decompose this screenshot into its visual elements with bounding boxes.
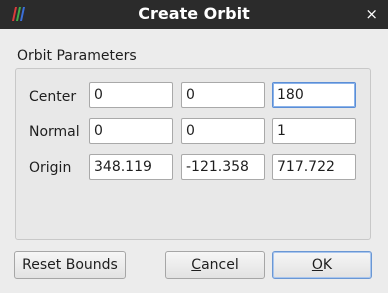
center-z-input[interactable] xyxy=(272,82,356,108)
origin-label: Origin xyxy=(29,160,72,176)
dialog-title: Create Orbit xyxy=(138,4,250,23)
orbit-parameters-label: Orbit Parameters xyxy=(17,48,137,64)
origin-y-input[interactable] xyxy=(181,154,265,180)
normal-y-input[interactable] xyxy=(181,118,265,144)
cancel-button[interactable]: Cancel xyxy=(165,251,265,279)
normal-label: Normal xyxy=(29,124,80,140)
normal-z-input[interactable] xyxy=(272,118,356,144)
center-label: Center xyxy=(29,89,77,105)
origin-z-input[interactable] xyxy=(272,154,356,180)
close-icon[interactable]: × xyxy=(365,5,378,23)
center-x-input[interactable] xyxy=(89,82,173,108)
ok-label-rest: K xyxy=(322,257,333,273)
normal-x-input[interactable] xyxy=(89,118,173,144)
title-bar[interactable]: Create Orbit × xyxy=(0,0,388,29)
ok-mnemonic: O xyxy=(311,257,323,273)
origin-x-input[interactable] xyxy=(89,154,173,180)
ok-button[interactable]: OK xyxy=(272,251,372,279)
cancel-mnemonic: C xyxy=(191,257,202,273)
reset-bounds-button[interactable]: Reset Bounds xyxy=(14,251,126,279)
create-orbit-dialog: Create Orbit × Orbit Parameters Center N… xyxy=(0,0,388,293)
cancel-label-rest: ancel xyxy=(201,257,239,273)
center-y-input[interactable] xyxy=(181,82,265,108)
